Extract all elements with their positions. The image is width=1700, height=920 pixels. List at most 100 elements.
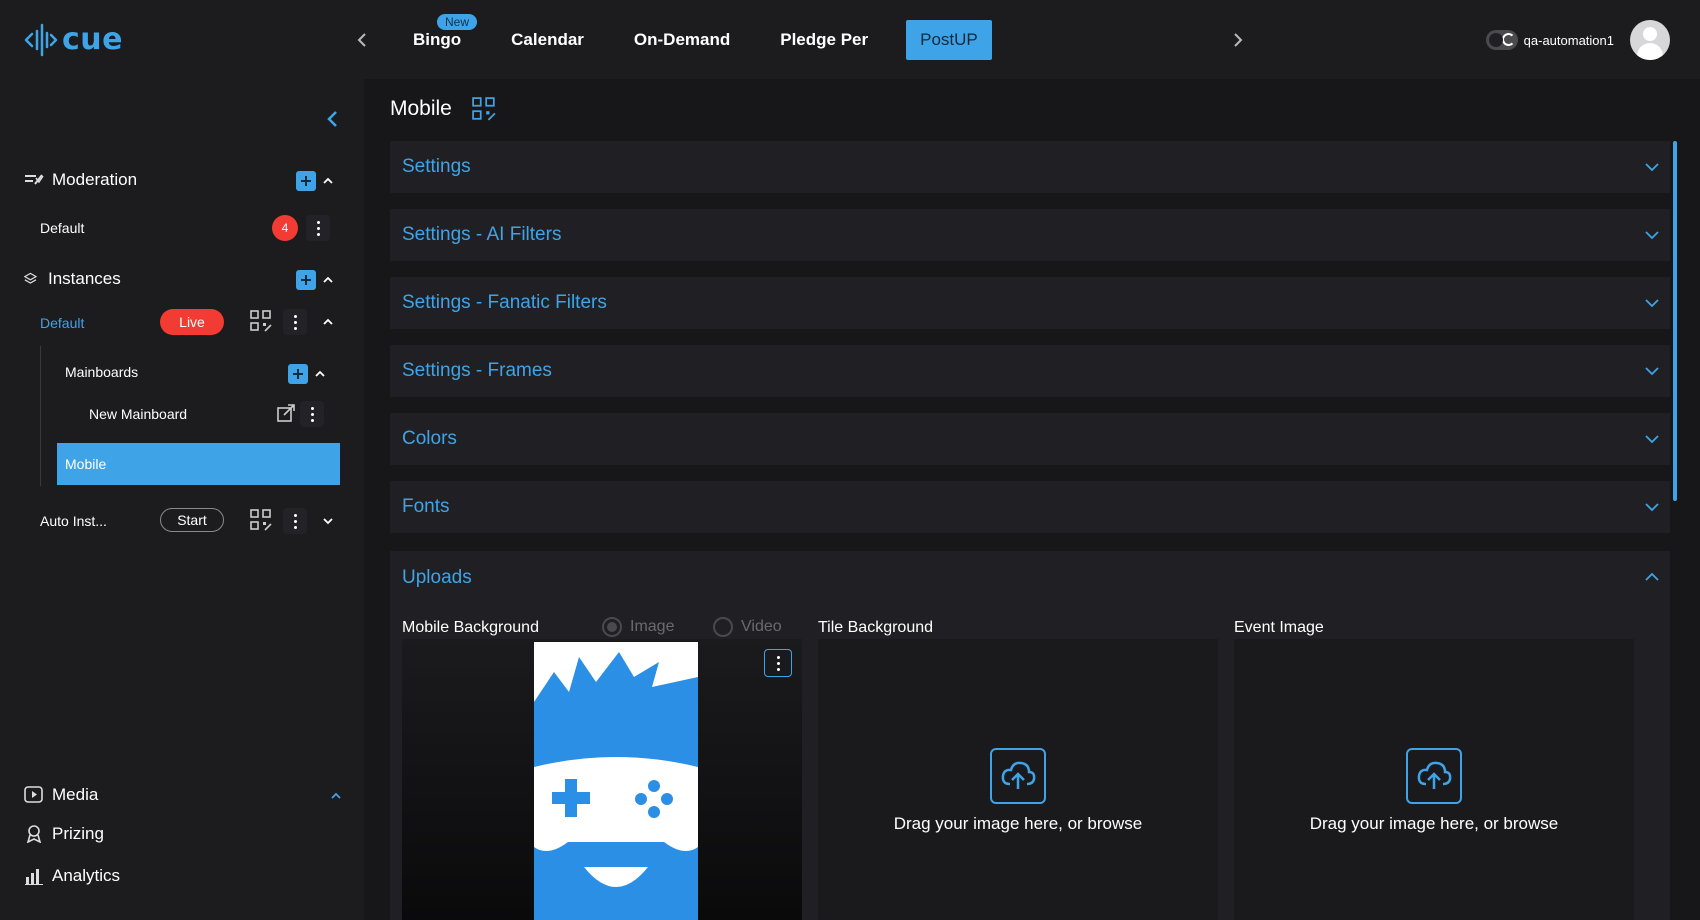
tab-pledge-per[interactable]: Pledge Per	[755, 20, 893, 60]
radio-video[interactable]: Video	[713, 617, 782, 637]
tab-label: Pledge Per	[780, 30, 869, 49]
product-tabs: Bingo New Calendar On-Demand Pledge Per …	[392, 14, 992, 60]
moderation-item-default[interactable]: Default	[40, 220, 84, 236]
radio-dot	[602, 617, 622, 637]
collapse-sidebar-icon[interactable]	[322, 107, 342, 131]
moderation-icon	[25, 174, 44, 185]
tab-on-demand[interactable]: On-Demand	[609, 20, 755, 60]
cue-logo[interactable]: cue	[24, 22, 123, 57]
panel-colors[interactable]: Colors	[390, 413, 1670, 465]
panel-title: Colors	[402, 428, 457, 449]
moderation-menu-button[interactable]	[306, 215, 330, 241]
add-mainboard-button[interactable]	[288, 364, 308, 384]
preview-menu-button[interactable]	[764, 649, 792, 677]
upload-icon	[1406, 748, 1462, 804]
panel-settings-frames[interactable]: Settings - Frames	[390, 345, 1670, 397]
auto-instance-menu-button[interactable]	[283, 508, 307, 534]
layers-icon	[24, 272, 38, 284]
main-content: Mobile Settings Settings - AI Filters Se…	[364, 79, 1700, 920]
instance-menu-button[interactable]	[283, 309, 307, 335]
chevron-up-icon[interactable]	[321, 273, 335, 287]
start-button[interactable]: Start	[160, 508, 224, 532]
event-image-label: Event Image	[1234, 619, 1324, 636]
live-badge[interactable]: Live	[160, 309, 224, 335]
panel-title[interactable]: Uploads	[402, 567, 472, 589]
nav-prizing[interactable]: Prizing	[24, 824, 104, 844]
user-area: qa-automation1	[1485, 20, 1670, 60]
chevron-down-icon[interactable]	[321, 514, 335, 528]
panel-title: Settings	[402, 156, 471, 177]
panel-fonts[interactable]: Fonts	[390, 481, 1670, 533]
instances-section[interactable]: Instances	[24, 269, 121, 289]
qr-code-icon[interactable]	[472, 97, 496, 121]
page-title: Mobile	[390, 97, 452, 120]
add-instance-button[interactable]	[296, 270, 316, 290]
drop-text: Drag your image here, or browse	[893, 814, 1143, 833]
chevron-down-icon	[1645, 503, 1659, 512]
moon-icon	[1501, 33, 1515, 46]
mainboard-menu-button[interactable]	[300, 401, 324, 427]
tile-background-label: Tile Background	[818, 619, 934, 636]
nav-next-icon[interactable]	[1228, 28, 1248, 52]
chevron-down-icon	[1645, 435, 1659, 444]
mainboard-item-mobile[interactable]: Mobile	[57, 443, 340, 485]
mainboards-label[interactable]: Mainboards	[65, 364, 138, 380]
nav-media[interactable]: Media	[24, 785, 98, 805]
radio-dot	[713, 617, 733, 637]
nav-prev-icon[interactable]	[352, 28, 372, 52]
username: qa-automation1	[1523, 32, 1614, 48]
panel-uploads: Uploads Mobile Background Image Video Ti…	[390, 551, 1670, 920]
moderation-section[interactable]: Moderation	[24, 170, 137, 190]
chevron-up-icon[interactable]	[321, 315, 335, 329]
upload-icon	[990, 748, 1046, 804]
nav-label: Analytics	[52, 866, 121, 885]
award-icon	[26, 825, 42, 843]
instances-label: Instances	[48, 269, 121, 288]
scrollbar[interactable]	[1673, 141, 1677, 501]
tab-bingo[interactable]: Bingo New	[392, 14, 486, 60]
mobile-background-preview	[402, 639, 802, 920]
qr-code-icon[interactable]	[250, 310, 272, 332]
chevron-up-icon[interactable]	[329, 789, 343, 803]
chevron-down-icon	[1645, 367, 1659, 376]
instance-default[interactable]: Default	[40, 315, 84, 331]
sidebar: Moderation Default 4 Instances Default L…	[0, 79, 364, 920]
chart-icon	[25, 869, 43, 885]
tab-label: Calendar	[511, 30, 584, 49]
panel-title: Settings - Frames	[402, 360, 552, 381]
mainboard-item-new[interactable]: New Mainboard	[89, 406, 187, 422]
add-moderation-button[interactable]	[296, 171, 316, 191]
count-badge: 4	[272, 215, 298, 241]
tab-postup[interactable]: PostUP	[906, 20, 992, 60]
page-header: Mobile	[390, 97, 496, 121]
chevron-up-icon[interactable]	[313, 367, 327, 381]
tree-line	[40, 346, 41, 486]
instance-auto[interactable]: Auto Inst...	[40, 513, 107, 529]
event-image-dropzone[interactable]: Drag your image here, or browse	[1234, 639, 1634, 920]
external-link-icon[interactable]	[276, 403, 296, 423]
tab-label: Bingo	[413, 30, 462, 49]
media-icon	[24, 786, 43, 803]
panel-settings-ai-filters[interactable]: Settings - AI Filters	[390, 209, 1670, 261]
nav-label: Prizing	[52, 824, 104, 843]
nav-analytics[interactable]: Analytics	[24, 866, 120, 886]
tab-calendar[interactable]: Calendar	[486, 20, 609, 60]
logo-text: cue	[62, 22, 123, 57]
drop-text: Drag your image here, or browse	[1309, 814, 1559, 833]
panel-settings-fanatic-filters[interactable]: Settings - Fanatic Filters	[390, 277, 1670, 329]
theme-toggle[interactable]	[1485, 30, 1518, 50]
avatar[interactable]	[1630, 20, 1670, 60]
chevron-up-icon[interactable]	[1644, 570, 1660, 584]
radio-label: Image	[630, 618, 675, 635]
radio-label: Video	[741, 618, 782, 635]
nav-label: Media	[52, 785, 99, 804]
gamer-mascot-image	[534, 642, 698, 920]
tab-label: PostUP	[920, 30, 978, 49]
qr-code-icon[interactable]	[250, 509, 272, 531]
panel-settings[interactable]: Settings	[390, 141, 1670, 193]
chevron-up-icon[interactable]	[321, 174, 335, 188]
tile-background-dropzone[interactable]: Drag your image here, or browse	[818, 639, 1218, 920]
moderation-label: Moderation	[52, 170, 138, 189]
radio-image[interactable]: Image	[602, 617, 674, 637]
tab-label: On-Demand	[633, 30, 731, 49]
